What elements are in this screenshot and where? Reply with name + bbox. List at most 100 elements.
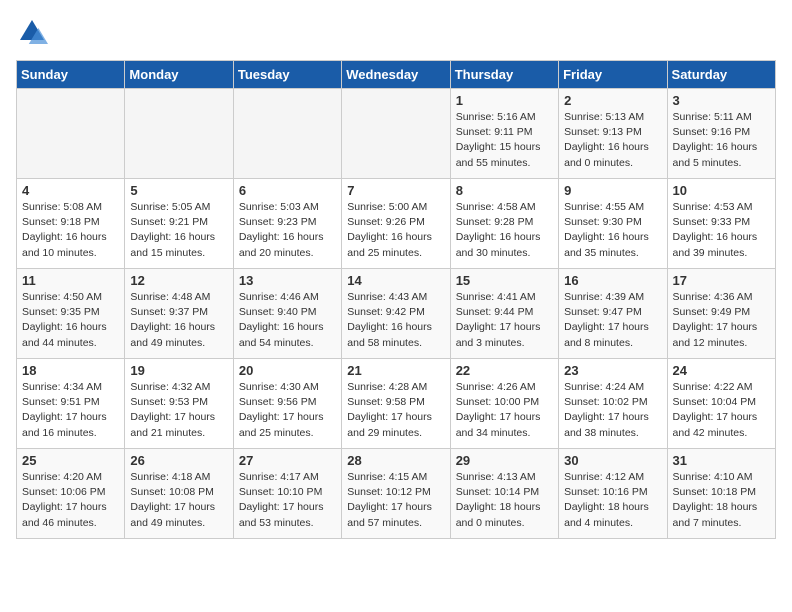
day-number: 11 <box>22 273 119 288</box>
day-number: 29 <box>456 453 553 468</box>
weekday-header: Friday <box>559 61 667 89</box>
calendar-cell: 4Sunrise: 5:08 AM Sunset: 9:18 PM Daylig… <box>17 179 125 269</box>
calendar-week-row: 25 Sunrise: 4:20 AM Sunset: 10:06 PM Dayl… <box>17 449 776 539</box>
day-number: 25 <box>22 453 119 468</box>
calendar-cell: 7 Sunrise: 5:00 AM Sunset: 9:26 PM Daylig… <box>342 179 450 269</box>
weekday-header: Saturday <box>667 61 775 89</box>
calendar-cell: 15 Sunrise: 4:41 AM Sunset: 9:44 PM Dayli… <box>450 269 558 359</box>
day-info: Sunrise: 4:17 AM Sunset: 10:10 PM Daylig… <box>239 470 336 531</box>
weekday-header: Sunday <box>17 61 125 89</box>
day-number: 15 <box>456 273 553 288</box>
day-number: 4 <box>22 183 119 198</box>
logo <box>16 16 52 48</box>
calendar-cell: 21 Sunrise: 4:28 AM Sunset: 9:58 PM Dayli… <box>342 359 450 449</box>
day-number: 10 <box>673 183 770 198</box>
calendar-cell: 1Sunrise: 5:16 AM Sunset: 9:11 PM Daylig… <box>450 89 558 179</box>
calendar-cell: 12 Sunrise: 4:48 AM Sunset: 9:37 PM Dayli… <box>125 269 233 359</box>
day-number: 3 <box>673 93 770 108</box>
day-number: 19 <box>130 363 227 378</box>
calendar-cell: 29 Sunrise: 4:13 AM Sunset: 10:14 PM Dayl… <box>450 449 558 539</box>
day-info: Sunrise: 5:03 AM Sunset: 9:23 PM Dayligh… <box>239 200 336 261</box>
day-info: Sunrise: 4:12 AM Sunset: 10:16 PM Daylig… <box>564 470 661 531</box>
day-info: Sunrise: 4:15 AM Sunset: 10:12 PM Daylig… <box>347 470 444 531</box>
day-number: 7 <box>347 183 444 198</box>
day-number: 18 <box>22 363 119 378</box>
calendar-week-row: 4Sunrise: 5:08 AM Sunset: 9:18 PM Daylig… <box>17 179 776 269</box>
day-info: Sunrise: 4:36 AM Sunset: 9:49 PM Dayligh… <box>673 290 770 351</box>
day-info: Sunrise: 4:48 AM Sunset: 9:37 PM Dayligh… <box>130 290 227 351</box>
day-info: Sunrise: 4:26 AM Sunset: 10:00 PM Daylig… <box>456 380 553 441</box>
page-header <box>16 16 776 48</box>
day-number: 23 <box>564 363 661 378</box>
day-info: Sunrise: 4:53 AM Sunset: 9:33 PM Dayligh… <box>673 200 770 261</box>
day-number: 22 <box>456 363 553 378</box>
day-number: 17 <box>673 273 770 288</box>
day-info: Sunrise: 4:43 AM Sunset: 9:42 PM Dayligh… <box>347 290 444 351</box>
weekday-header: Thursday <box>450 61 558 89</box>
day-info: Sunrise: 4:28 AM Sunset: 9:58 PM Dayligh… <box>347 380 444 441</box>
calendar-cell: 14 Sunrise: 4:43 AM Sunset: 9:42 PM Dayli… <box>342 269 450 359</box>
calendar-cell: 28 Sunrise: 4:15 AM Sunset: 10:12 PM Dayl… <box>342 449 450 539</box>
day-info: Sunrise: 4:39 AM Sunset: 9:47 PM Dayligh… <box>564 290 661 351</box>
calendar-cell: 3 Sunrise: 5:11 AM Sunset: 9:16 PM Daylig… <box>667 89 775 179</box>
calendar-cell: 27Sunrise: 4:17 AM Sunset: 10:10 PM Dayl… <box>233 449 341 539</box>
calendar-cell: 20Sunrise: 4:30 AM Sunset: 9:56 PM Dayli… <box>233 359 341 449</box>
day-info: Sunrise: 4:30 AM Sunset: 9:56 PM Dayligh… <box>239 380 336 441</box>
day-info: Sunrise: 4:24 AM Sunset: 10:02 PM Daylig… <box>564 380 661 441</box>
calendar-cell <box>342 89 450 179</box>
calendar-cell: 23 Sunrise: 4:24 AM Sunset: 10:02 PM Dayl… <box>559 359 667 449</box>
calendar-cell <box>17 89 125 179</box>
weekday-header: Tuesday <box>233 61 341 89</box>
day-number: 8 <box>456 183 553 198</box>
calendar-cell: 11 Sunrise: 4:50 AM Sunset: 9:35 PM Dayli… <box>17 269 125 359</box>
day-number: 12 <box>130 273 227 288</box>
day-number: 1 <box>456 93 553 108</box>
day-info: Sunrise: 4:58 AM Sunset: 9:28 PM Dayligh… <box>456 200 553 261</box>
weekday-header: Wednesday <box>342 61 450 89</box>
calendar-week-row: 1Sunrise: 5:16 AM Sunset: 9:11 PM Daylig… <box>17 89 776 179</box>
calendar-cell: 5Sunrise: 5:05 AM Sunset: 9:21 PM Daylig… <box>125 179 233 269</box>
day-info: Sunrise: 4:34 AM Sunset: 9:51 PM Dayligh… <box>22 380 119 441</box>
day-number: 26 <box>130 453 227 468</box>
weekday-row: SundayMondayTuesdayWednesdayThursdayFrid… <box>17 61 776 89</box>
calendar-cell: 10 Sunrise: 4:53 AM Sunset: 9:33 PM Dayli… <box>667 179 775 269</box>
calendar-cell: 18 Sunrise: 4:34 AM Sunset: 9:51 PM Dayli… <box>17 359 125 449</box>
calendar-body: 1Sunrise: 5:16 AM Sunset: 9:11 PM Daylig… <box>17 89 776 539</box>
calendar-cell: 8 Sunrise: 4:58 AM Sunset: 9:28 PM Daylig… <box>450 179 558 269</box>
day-number: 30 <box>564 453 661 468</box>
calendar-cell <box>125 89 233 179</box>
day-info: Sunrise: 4:55 AM Sunset: 9:30 PM Dayligh… <box>564 200 661 261</box>
calendar-cell: 6 Sunrise: 5:03 AM Sunset: 9:23 PM Daylig… <box>233 179 341 269</box>
calendar-cell: 24Sunrise: 4:22 AM Sunset: 10:04 PM Dayl… <box>667 359 775 449</box>
calendar-cell: 25 Sunrise: 4:20 AM Sunset: 10:06 PM Dayl… <box>17 449 125 539</box>
calendar-cell: 17 Sunrise: 4:36 AM Sunset: 9:49 PM Dayli… <box>667 269 775 359</box>
day-number: 2 <box>564 93 661 108</box>
day-number: 31 <box>673 453 770 468</box>
calendar-cell: 19 Sunrise: 4:32 AM Sunset: 9:53 PM Dayli… <box>125 359 233 449</box>
day-number: 21 <box>347 363 444 378</box>
weekday-header: Monday <box>125 61 233 89</box>
day-info: Sunrise: 5:11 AM Sunset: 9:16 PM Dayligh… <box>673 110 770 171</box>
day-number: 28 <box>347 453 444 468</box>
day-info: Sunrise: 4:46 AM Sunset: 9:40 PM Dayligh… <box>239 290 336 351</box>
day-info: Sunrise: 4:18 AM Sunset: 10:08 PM Daylig… <box>130 470 227 531</box>
day-number: 14 <box>347 273 444 288</box>
day-info: Sunrise: 5:13 AM Sunset: 9:13 PM Dayligh… <box>564 110 661 171</box>
day-info: Sunrise: 4:32 AM Sunset: 9:53 PM Dayligh… <box>130 380 227 441</box>
calendar-week-row: 11 Sunrise: 4:50 AM Sunset: 9:35 PM Dayli… <box>17 269 776 359</box>
calendar-cell: 2 Sunrise: 5:13 AM Sunset: 9:13 PM Daylig… <box>559 89 667 179</box>
day-info: Sunrise: 5:00 AM Sunset: 9:26 PM Dayligh… <box>347 200 444 261</box>
day-number: 9 <box>564 183 661 198</box>
calendar-cell: 26 Sunrise: 4:18 AM Sunset: 10:08 PM Dayl… <box>125 449 233 539</box>
calendar-cell: 9 Sunrise: 4:55 AM Sunset: 9:30 PM Daylig… <box>559 179 667 269</box>
calendar-week-row: 18 Sunrise: 4:34 AM Sunset: 9:51 PM Dayli… <box>17 359 776 449</box>
day-info: Sunrise: 4:13 AM Sunset: 10:14 PM Daylig… <box>456 470 553 531</box>
day-info: Sunrise: 4:20 AM Sunset: 10:06 PM Daylig… <box>22 470 119 531</box>
day-info: Sunrise: 4:50 AM Sunset: 9:35 PM Dayligh… <box>22 290 119 351</box>
day-number: 6 <box>239 183 336 198</box>
calendar-cell: 30 Sunrise: 4:12 AM Sunset: 10:16 PM Dayl… <box>559 449 667 539</box>
calendar-cell: 31Sunrise: 4:10 AM Sunset: 10:18 PM Dayl… <box>667 449 775 539</box>
day-info: Sunrise: 4:41 AM Sunset: 9:44 PM Dayligh… <box>456 290 553 351</box>
day-info: Sunrise: 5:05 AM Sunset: 9:21 PM Dayligh… <box>130 200 227 261</box>
calendar-cell: 13Sunrise: 4:46 AM Sunset: 9:40 PM Dayli… <box>233 269 341 359</box>
